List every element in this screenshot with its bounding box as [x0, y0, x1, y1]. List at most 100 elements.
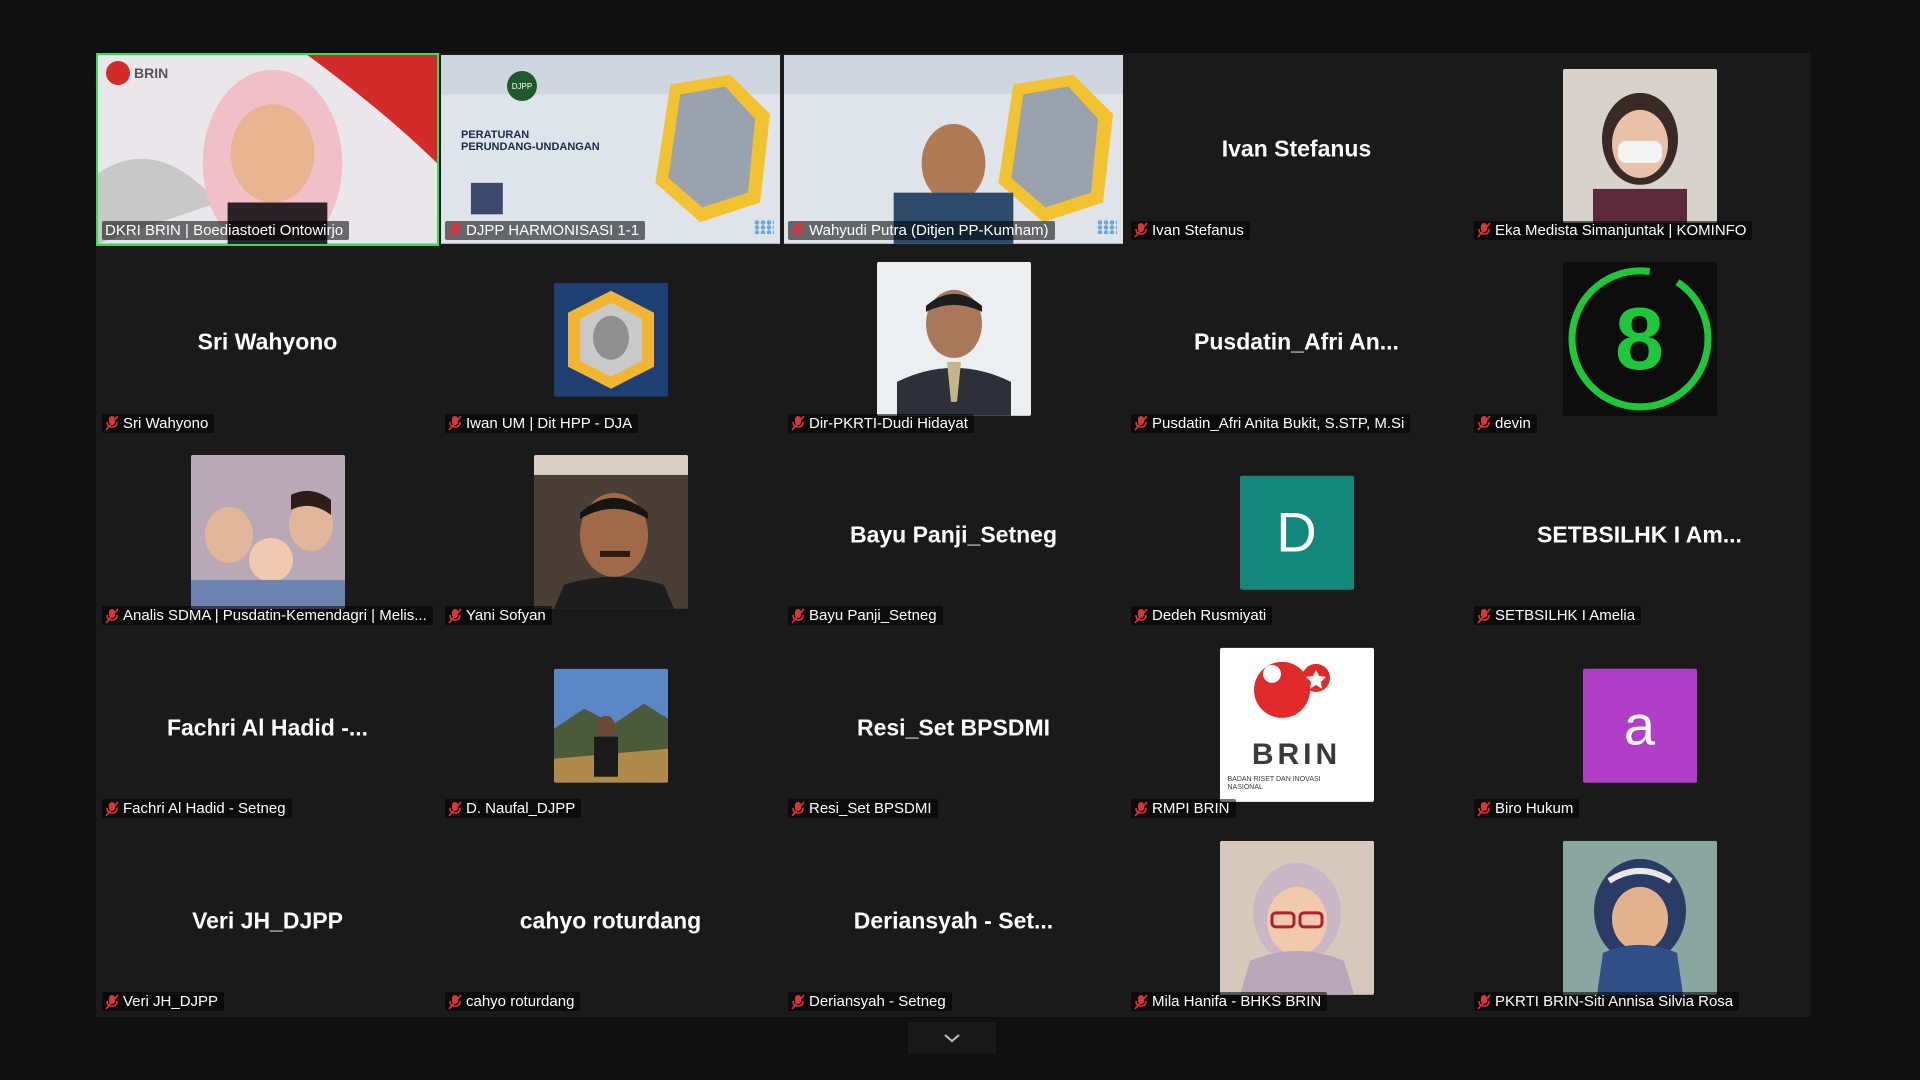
participant-tile[interactable]: Pusdatin_Afri An... Pusdatin_Afri Anita …	[1125, 245, 1468, 439]
profile-photo	[553, 282, 668, 397]
participant-tile[interactable]: Deriansyah - Set... Deriansyah - Setneg	[782, 824, 1125, 1017]
participant-name-label: Yani Sofyan	[445, 606, 552, 626]
profile-photo	[876, 262, 1031, 417]
participant-tile[interactable]: Fachri Al Hadid -... Fachri Al Hadid - S…	[96, 631, 439, 825]
participant-tile[interactable]: Dir-PKRTI-Dudi Hidayat	[782, 245, 1125, 439]
participant-display-name: Pusdatin_Afri An...	[1194, 328, 1399, 355]
participant-tile[interactable]: cahyo roturdang cahyo roturdang	[439, 824, 782, 1017]
participant-tile[interactable]: D. Naufal_DJPP	[439, 631, 782, 825]
participant-tile[interactable]: Analis SDMA | Pusdatin-Kemendagri | Meli…	[96, 438, 439, 632]
participant-display-name: Bayu Panji_Setneg	[849, 521, 1058, 548]
profile-avatar: 8	[1562, 262, 1717, 417]
participant-name-label: SETBSILHK I Amelia	[1474, 606, 1642, 626]
letter-avatar: D	[1239, 475, 1354, 590]
microphone-muted-icon	[791, 415, 805, 431]
microphone-muted-icon	[1477, 608, 1491, 624]
avatar-badge-text: 8	[1615, 289, 1664, 389]
microphone-muted-icon	[791, 801, 805, 817]
participant-name-label: Dedeh Rusmiyati	[1131, 606, 1273, 626]
microphone-muted-icon	[791, 222, 805, 238]
participant-name-label: Fachri Al Hadid - Setneg	[102, 799, 292, 819]
microphone-muted-icon	[791, 993, 805, 1010]
slide-subheading: PERUNDANG-UNDANGAN	[461, 141, 600, 154]
participant-name-label: Analis SDMA | Pusdatin-Kemendagri | Meli…	[102, 606, 433, 626]
participant-name-label: cahyo roturdang	[445, 992, 581, 1011]
profile-photo	[553, 668, 668, 783]
brin-logo-avatar: BRIN BADAN RISET DAN INOVASI NASIONAL	[1219, 647, 1374, 802]
participant-tile[interactable]: BRIN BADAN RISET DAN INOVASI NASIONAL RM…	[1125, 631, 1468, 825]
microphone-muted-icon	[448, 801, 462, 817]
participant-tile[interactable]: PKRTI BRIN-Siti Annisa Silvia Rosa	[1468, 824, 1811, 1017]
participant-display-name: Resi_Set BPSDMI	[856, 714, 1050, 741]
participant-name-label: DJPP HARMONISASI 1-1	[445, 220, 646, 240]
video-feed	[784, 55, 1123, 244]
participant-tile[interactable]: PERATURAN PERUNDANG-UNDANGAN DJPP DJPP H…	[439, 53, 782, 246]
participant-tile[interactable]: D Dedeh Rusmiyati	[1125, 438, 1468, 632]
participant-name-label: Veri JH_DJPP	[102, 992, 225, 1011]
participant-tile[interactable]: Yani Sofyan	[439, 438, 782, 632]
microphone-muted-icon	[791, 608, 805, 624]
participant-tile[interactable]: SETBSILHK I Am... SETBSILHK I Amelia	[1468, 438, 1811, 632]
microphone-muted-icon	[1134, 608, 1148, 624]
participant-tile[interactable]: Wahyudi Putra (Ditjen PP-Kumham)	[782, 53, 1125, 246]
microphone-muted-icon	[448, 415, 462, 431]
participant-name-label: DKRI BRIN | Boediastoeti Ontowirjo	[102, 220, 350, 240]
participant-name-label: Pusdatin_Afri Anita Bukit, S.STP, M.Si	[1131, 413, 1411, 433]
microphone-muted-icon	[105, 608, 119, 624]
participant-tile[interactable]: Iwan UM | Dit HPP - DJA	[439, 245, 782, 439]
brin-overlay-brand: BRIN	[134, 65, 169, 81]
djpp-badge: DJPP	[507, 71, 537, 101]
participant-name-label: Ivan Stefanus	[1131, 220, 1250, 240]
participant-name-label: Mila Hanifa - BHKS BRIN	[1131, 992, 1328, 1011]
participant-tile[interactable]: Bayu Panji_Setneg Bayu Panji_Setneg	[782, 438, 1125, 632]
profile-photo	[1562, 840, 1717, 995]
participant-tile[interactable]: Mila Hanifa - BHKS BRIN	[1125, 824, 1468, 1017]
brin-logo-subtitle: BADAN RISET DAN INOVASI NASIONAL	[1227, 775, 1321, 792]
scroll-down-button[interactable]	[908, 1022, 996, 1054]
participant-tile[interactable]: Ivan Stefanus Ivan Stefanus	[1125, 53, 1468, 246]
shared-slide-feed: PERATURAN PERUNDANG-UNDANGAN DJPP	[441, 55, 780, 244]
participant-name-label: PKRTI BRIN-Siti Annisa Silvia Rosa	[1474, 992, 1740, 1011]
microphone-muted-icon	[1477, 415, 1491, 431]
grid-dots-icon	[754, 219, 774, 234]
participant-tile-active-speaker[interactable]: BRIN DKRI BRIN | Boediastoeti Ontowirjo	[96, 53, 439, 246]
participant-display-name: Veri JH_DJPP	[192, 907, 343, 934]
microphone-muted-icon	[448, 993, 462, 1010]
chevron-down-icon	[944, 1034, 960, 1043]
participant-name-label: Sri Wahyono	[102, 413, 215, 433]
participant-name-label: Resi_Set BPSDMI	[788, 799, 938, 819]
participant-name-label: Dir-PKRTI-Dudi Hidayat	[788, 413, 974, 433]
participant-display-name: Deriansyah - Set...	[853, 907, 1054, 934]
video-feed: BRIN	[98, 55, 437, 244]
participant-tile[interactable]: Sri Wahyono Sri Wahyono	[96, 245, 439, 439]
profile-photo	[1219, 840, 1374, 995]
participant-tile[interactable]: Eka Medista Simanjuntak | KOMINFO	[1468, 53, 1811, 246]
grid-dots-icon	[1097, 219, 1117, 234]
participant-name-label: Deriansyah - Setneg	[788, 992, 952, 1011]
microphone-muted-icon	[1477, 222, 1491, 238]
participant-grid: BRIN DKRI BRIN | Boediastoeti Ontowirjo …	[96, 53, 1811, 1017]
participant-display-name: Fachri Al Hadid -...	[166, 714, 369, 741]
microphone-muted-icon	[448, 222, 462, 238]
letter-avatar: a	[1582, 668, 1697, 783]
participant-name-label: Wahyudi Putra (Ditjen PP-Kumham)	[788, 220, 1055, 240]
profile-photo	[1562, 69, 1717, 224]
microphone-muted-icon	[1134, 415, 1148, 431]
participant-name-label: D. Naufal_DJPP	[445, 799, 582, 819]
brin-logo-text: BRIN	[1251, 737, 1342, 771]
participant-name-label: RMPI BRIN	[1131, 799, 1236, 819]
participant-tile[interactable]: Resi_Set BPSDMI Resi_Set BPSDMI	[782, 631, 1125, 825]
participant-tile[interactable]: a Biro Hukum	[1468, 631, 1811, 825]
participant-name-label: devin	[1474, 413, 1537, 433]
participant-tile[interactable]: 8 devin	[1468, 245, 1811, 439]
brin-logo-icon	[106, 61, 130, 85]
profile-photo	[533, 454, 688, 609]
participant-name-label: Iwan UM | Dit HPP - DJA	[445, 413, 639, 433]
microphone-muted-icon	[448, 608, 462, 624]
profile-photo	[190, 454, 345, 609]
participant-display-name: Sri Wahyono	[197, 328, 338, 355]
microphone-muted-icon	[1477, 993, 1491, 1010]
participant-tile[interactable]: Veri JH_DJPP Veri JH_DJPP	[96, 824, 439, 1017]
microphone-muted-icon	[105, 415, 119, 431]
microphone-muted-icon	[1477, 801, 1491, 817]
